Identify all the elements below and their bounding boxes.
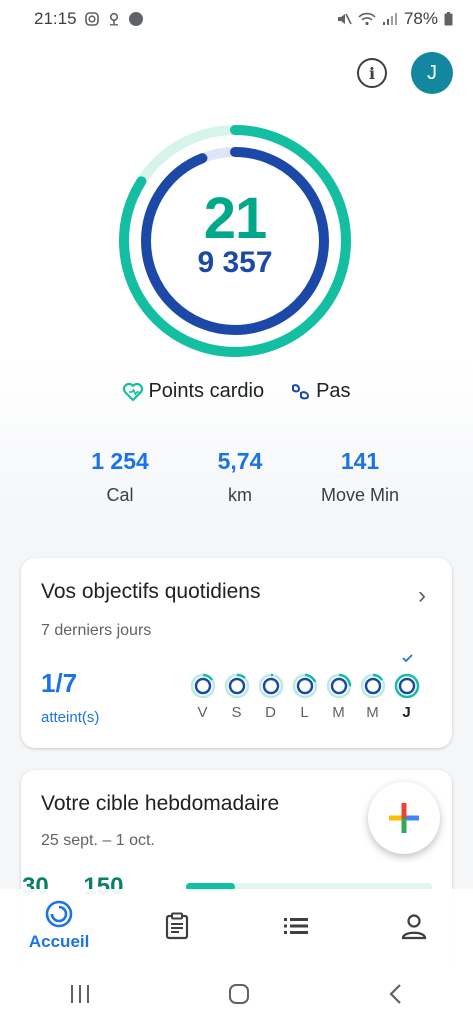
metric-value: 1 254 (91, 448, 149, 474)
day-ring-item-today[interactable]: J (393, 654, 420, 721)
day-ring-achieved-icon (394, 654, 419, 698)
daily-goals-title: Vos objectifs quotidiens (41, 580, 261, 603)
journal-clipboard-icon (166, 912, 189, 940)
metric-move-minutes: 141 Move Min (300, 448, 420, 506)
chevron-right-icon[interactable]: › (418, 582, 426, 610)
metric-label: Cal (106, 485, 134, 505)
day-ring-item[interactable]: D (257, 654, 284, 721)
back-icon[interactable] (386, 982, 406, 1006)
nav-profile[interactable] (355, 889, 473, 963)
day-rings: V S D L M M J (189, 654, 420, 721)
day-letter: J (402, 704, 411, 721)
day-ring-icon (326, 673, 351, 698)
day-letter: L (300, 704, 309, 721)
home-button-icon[interactable] (227, 982, 251, 1006)
goals-achieved: 1/7 atteint(s) (41, 668, 99, 726)
legend-cardio-label: Points cardio (148, 380, 265, 402)
home-rings-icon (45, 900, 73, 928)
ring-values: 21 9 357 (118, 190, 352, 280)
recent-apps-icon[interactable] (68, 983, 92, 1005)
add-activity-button[interactable] (368, 782, 440, 854)
day-letter: M (366, 704, 379, 721)
nav-home[interactable]: Accueil (0, 889, 118, 963)
wifi-icon (358, 12, 376, 26)
goals-achieved-label: atteint(s) (41, 709, 100, 726)
nav-journal[interactable] (118, 889, 236, 963)
legend-steps[interactable]: Pas (290, 380, 351, 403)
day-ring-icon (224, 673, 249, 698)
avatar[interactable]: J (411, 52, 453, 94)
daily-goals-card[interactable]: Vos objectifs quotidiens 7 derniers jour… (21, 558, 452, 748)
nav-home-label: Accueil (28, 932, 90, 951)
day-ring-icon (292, 673, 317, 698)
day-letter: S (231, 704, 242, 721)
list-icon (283, 918, 308, 934)
metric-label: Move Min (320, 485, 400, 505)
metric-calories: 1 254 Cal (60, 448, 180, 506)
day-ring-item[interactable]: M (325, 654, 352, 721)
info-button[interactable]: i (357, 58, 387, 88)
rings-legend: Points cardio Pas (0, 380, 473, 403)
day-ring-icon (190, 673, 215, 698)
battery-icon (444, 12, 453, 26)
mute-icon (337, 13, 352, 25)
shoe-steps-icon (292, 383, 310, 399)
location-icon (109, 12, 118, 26)
metric-label: km (228, 485, 252, 505)
day-letter: D (265, 704, 276, 721)
bottom-navigation: Accueil (0, 889, 473, 963)
day-ring-item[interactable]: S (223, 654, 250, 721)
day-ring-icon (258, 673, 283, 698)
profile-icon (401, 914, 426, 940)
metric-value: 141 (340, 448, 380, 474)
system-navigation-bar (0, 963, 473, 1024)
metric-distance: 5,74 km (180, 448, 300, 506)
day-ring-item[interactable]: M (359, 654, 386, 721)
day-letter: V (197, 704, 208, 721)
goals-achieved-count: 1/7 (41, 668, 78, 698)
cardio-points-value: 21 (203, 186, 268, 251)
legend-steps-label: Pas (316, 380, 351, 402)
day-ring-item[interactable]: L (291, 654, 318, 721)
top-actions: i J (357, 52, 453, 94)
info-icon: i (368, 63, 376, 83)
steps-value: 9 357 (197, 246, 273, 279)
day-letter: M (332, 704, 345, 721)
status-bar: 21:15 78% (0, 0, 473, 38)
notification-dot-icon (128, 12, 143, 26)
metric-value: 5,74 (217, 448, 263, 474)
nav-browse[interactable] (237, 889, 355, 963)
avatar-initial: J (427, 61, 437, 84)
legend-cardio-points[interactable]: Points cardio (122, 380, 264, 403)
day-ring-icon (360, 673, 385, 698)
day-ring-item[interactable]: V (189, 654, 216, 721)
battery-percent: 78% (403, 9, 438, 28)
plus-icon (389, 803, 419, 833)
metrics-row: 1 254 Cal 5,74 km 141 Move Min (60, 448, 420, 506)
signal-icon (382, 13, 397, 25)
daily-goals-subtitle: 7 derniers jours (41, 622, 152, 639)
instagram-icon (84, 12, 99, 26)
heart-icon (123, 382, 144, 401)
clock: 21:15 (34, 9, 77, 28)
